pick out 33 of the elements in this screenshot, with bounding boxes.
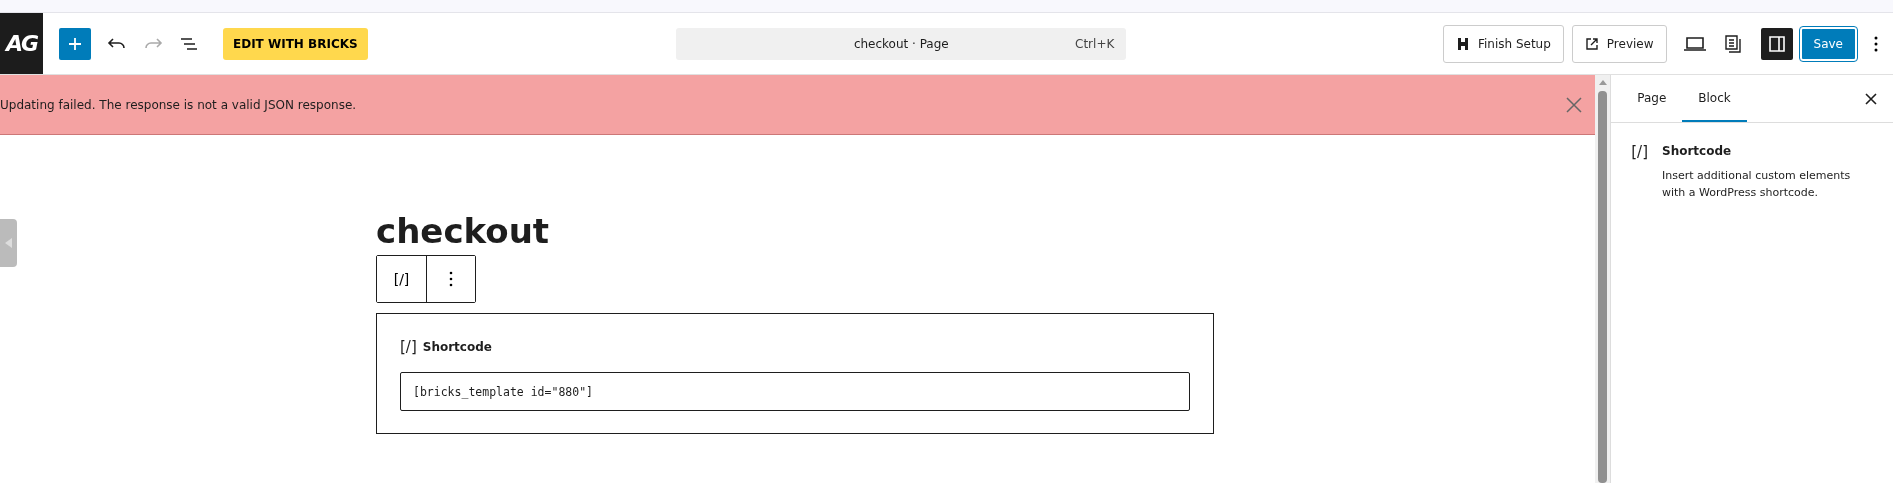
external-link-icon [1584, 36, 1599, 51]
document-icon[interactable] [1722, 33, 1743, 54]
finish-setup-button[interactable]: Finish Setup [1442, 24, 1564, 63]
sidebar-icon [1767, 34, 1786, 53]
site-logo[interactable]: AG [0, 13, 43, 74]
document-title: checkout · Page [853, 36, 949, 51]
preview-button[interactable]: Preview [1571, 24, 1667, 63]
shortcode-icon: [/] [1631, 143, 1648, 201]
close-icon[interactable] [1865, 92, 1877, 105]
sidebar-tab[interactable]: Page [1621, 75, 1683, 122]
plus-icon [68, 36, 82, 51]
save-button[interactable]: Save [1799, 26, 1857, 61]
block-name: Shortcode [1662, 144, 1733, 158]
laptop-icon[interactable] [1682, 35, 1707, 52]
sidebar-toggle-button[interactable] [1760, 27, 1793, 60]
more-options-icon[interactable] [1873, 34, 1879, 53]
sidebar-tab[interactable]: Block [1682, 75, 1747, 122]
add-block-button[interactable] [59, 27, 91, 60]
shortcut-hint: Ctrl+K [1075, 36, 1115, 51]
shortcode-field[interactable]: [bricks_template id="880"] [400, 372, 1190, 411]
shortcode-icon: [/] [400, 338, 417, 356]
block-options-button[interactable] [426, 256, 475, 302]
block-label: Shortcode [422, 340, 492, 354]
block-description: Insert additional custom elements with a WordPress shortcode. [1662, 168, 1852, 201]
page-title[interactable]: checkout [376, 211, 1214, 251]
notice-message: Updating failed. The response is not a valid JSON response. [0, 97, 358, 112]
list-view-icon[interactable] [179, 35, 199, 52]
edit-with-bricks-button[interactable]: EDIT WITH BRICKS [223, 27, 368, 60]
more-options-icon [449, 271, 453, 287]
panel-handle[interactable] [0, 219, 17, 267]
setup-icon [1455, 36, 1470, 51]
command-bar[interactable]: checkout · Page Ctrl+K [676, 27, 1127, 60]
scrollbar-thumb[interactable] [1598, 91, 1608, 483]
